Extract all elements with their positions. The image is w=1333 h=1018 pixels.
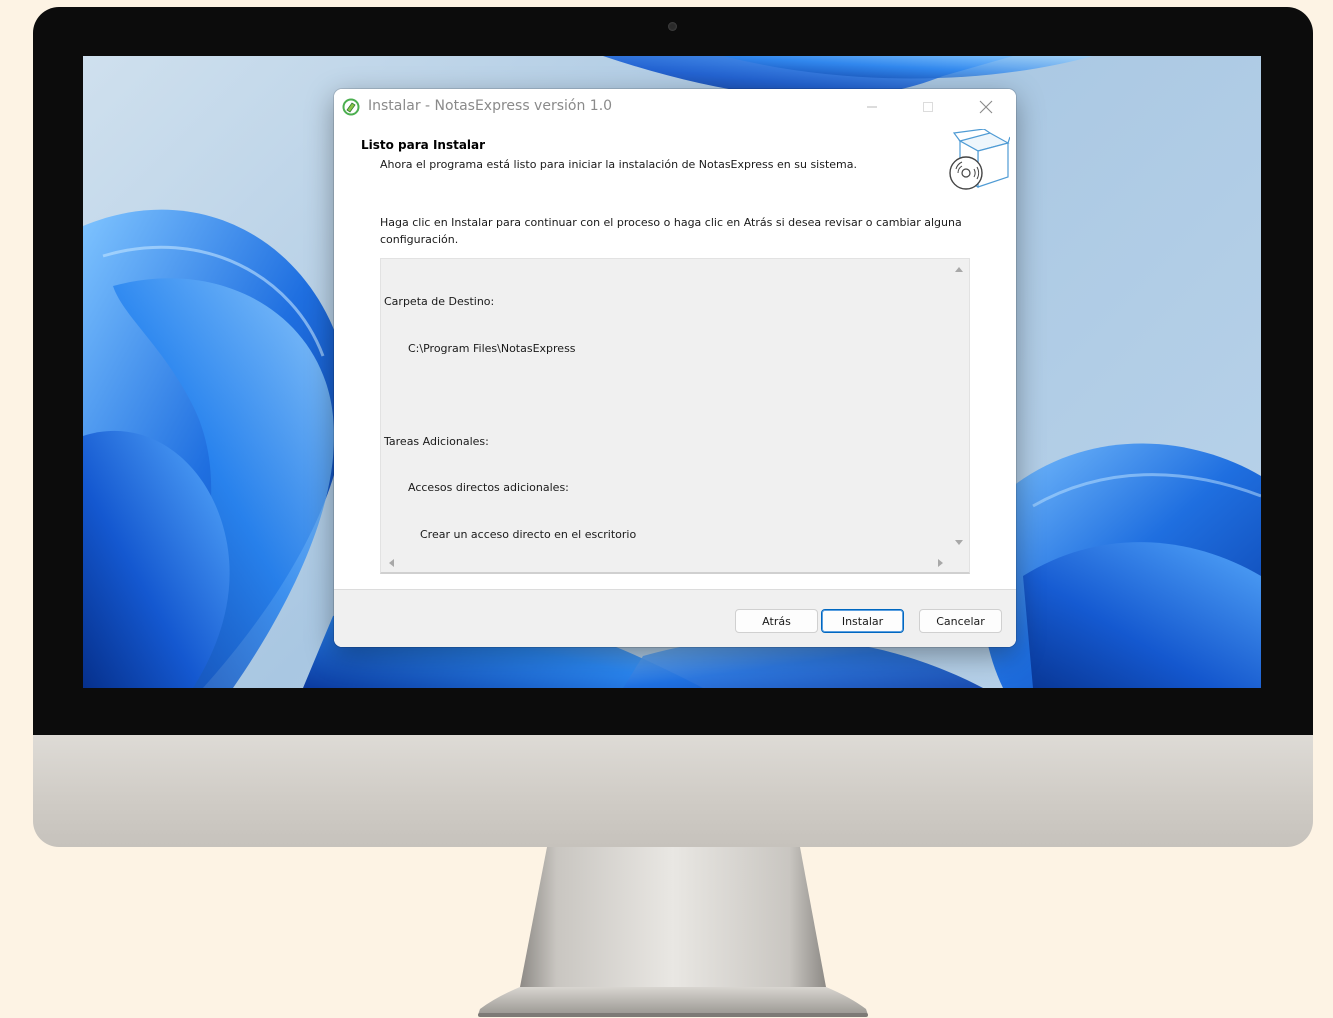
cancel-button[interactable]: Cancelar	[919, 609, 1002, 633]
setup-box-disc-icon	[949, 129, 1010, 190]
title-bar[interactable]: Instalar - NotasExpress versión 1.0	[334, 89, 1016, 126]
dest-folder-path: C:\Program Files\NotasExpress	[408, 341, 576, 355]
scroll-left-icon[interactable]	[389, 559, 394, 567]
summary-content: Carpeta de Destino: C:\Program Files\Not…	[384, 263, 636, 573]
app-icon	[342, 98, 360, 116]
maximize-button	[900, 89, 956, 125]
summary-memo[interactable]: Carpeta de Destino: C:\Program Files\Not…	[380, 258, 970, 574]
wizard-body: Haga clic en Instalar para continuar con…	[334, 197, 1016, 589]
tasks-label: Tareas Adicionales:	[384, 434, 489, 448]
task-item: Crear un acceso directo en el escritorio	[420, 527, 637, 541]
maximize-icon	[923, 102, 933, 112]
install-button[interactable]: Instalar	[821, 609, 904, 633]
vertical-scrollbar[interactable]	[950, 259, 969, 555]
scroll-up-icon[interactable]	[955, 267, 963, 272]
page-subtitle: Ahora el programa está listo para inicia…	[380, 158, 857, 171]
wizard-header: Listo para Instalar Ahora el programa es…	[334, 125, 1016, 197]
minimize-icon	[867, 106, 877, 108]
monitor-stand	[478, 847, 868, 1017]
close-button[interactable]	[958, 89, 1014, 125]
close-icon	[979, 100, 993, 114]
scroll-down-icon[interactable]	[955, 540, 963, 545]
webcam	[668, 22, 677, 31]
summary-spacer	[384, 387, 636, 403]
page-title: Listo para Instalar	[361, 138, 486, 152]
monitor-chin	[33, 735, 1313, 847]
horizontal-scrollbar[interactable]	[381, 554, 951, 572]
instruction-text: Haga clic en Instalar para continuar con…	[380, 216, 962, 246]
back-button[interactable]: Atrás	[735, 609, 818, 633]
window-title: Instalar - NotasExpress versión 1.0	[368, 98, 613, 114]
scroll-right-icon[interactable]	[938, 559, 943, 567]
task-group-label: Accesos directos adicionales:	[408, 481, 569, 494]
minimize-button[interactable]	[844, 89, 900, 125]
wizard-footer: Atrás Instalar Cancelar	[334, 589, 1016, 647]
dest-folder-label: Carpeta de Destino:	[384, 295, 495, 308]
installer-window: Instalar - NotasExpress versión 1.0 List…	[334, 89, 1016, 647]
